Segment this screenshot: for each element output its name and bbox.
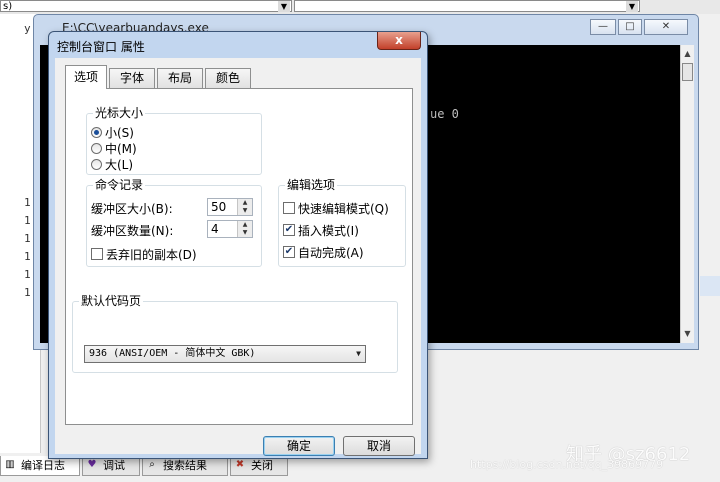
buffer-size-label: 缓冲区大小(B):	[91, 202, 173, 216]
ide-toolbar: s) ▼ ▼	[0, 0, 720, 14]
properties-dialog: 控制台窗口 属性 x 选项 字体 布局 颜色 光标大小 小(S) 中(M) 大(…	[48, 31, 428, 459]
cancel-button-label: 取消	[366, 439, 391, 453]
cancel-button[interactable]: 取消	[343, 436, 415, 456]
tab-build-log[interactable]: ▥ 编译日志	[0, 456, 80, 476]
checkbox-label: 自动完成(A)	[298, 245, 364, 260]
scroll-up-icon[interactable]: ▲	[681, 47, 694, 61]
tab-label: 颜色	[215, 71, 240, 85]
close-icon: x	[395, 33, 403, 47]
checkbox-checked-icon[interactable]: ✔	[283, 224, 295, 236]
buffer-size-value[interactable]: 50	[211, 200, 226, 214]
buffer-size-stepper[interactable]: 50 ▲ ▼	[207, 198, 253, 216]
dialog-title: 控制台窗口 属性	[57, 40, 145, 54]
dialog-body: 选项 字体 布局 颜色 光标大小 小(S) 中(M) 大(L) 命令记录 缓冲区…	[55, 58, 421, 456]
gutter-char: 1	[24, 196, 31, 209]
increment-icon[interactable]: ▲	[238, 221, 252, 229]
cursor-medium-radio[interactable]: 中(M)	[91, 140, 137, 156]
radio-label: 大(L)	[105, 157, 134, 172]
edit-options-group: 编辑选项 快速编辑模式(Q) ✔ 插入模式(I) ✔ 自动完成(A)	[278, 178, 406, 267]
tab-debug[interactable]: ♥ 调试	[82, 456, 140, 476]
tab-options[interactable]: 选项	[65, 65, 107, 89]
increment-icon[interactable]: ▲	[238, 199, 252, 207]
tab-search-results[interactable]: ⌕ 搜索结果	[142, 456, 228, 476]
command-history-title: 命令记录	[93, 178, 146, 192]
ok-button-label: 确定	[286, 439, 311, 453]
maximize-button[interactable]: □	[618, 19, 642, 35]
gutter-char: y	[24, 22, 31, 35]
decrement-icon[interactable]: ▼	[238, 229, 252, 237]
gutter-char: 1	[24, 250, 31, 263]
cursor-small-radio[interactable]: 小(S)	[91, 124, 134, 140]
decrement-icon[interactable]: ▼	[238, 207, 252, 215]
close-button[interactable]: ✕	[644, 19, 688, 35]
codepage-select[interactable]: 936 (ANSI/OEM - 简体中文 GBK) ▼	[84, 345, 366, 363]
tab-label: 编译日志	[21, 459, 65, 472]
quick-edit-checkbox[interactable]: 快速编辑模式(Q)	[283, 200, 389, 216]
search-results-icon: ⌕	[149, 459, 155, 470]
tab-font[interactable]: 字体	[109, 68, 155, 88]
ide-scope-combo-value: s)	[3, 1, 13, 12]
tab-label: 关闭	[251, 459, 273, 472]
cursor-size-group: 光标大小 小(S) 中(M) 大(L)	[86, 106, 262, 175]
csdn-watermark: https://blog.csdn.net/qq_39869779	[470, 458, 664, 471]
tab-close[interactable]: ✖ 关闭	[230, 456, 288, 476]
radio-label: 小(S)	[105, 125, 134, 140]
options-tab-page: 光标大小 小(S) 中(M) 大(L) 命令记录 缓冲区大小(B): 50 ▲ …	[65, 88, 413, 425]
radio-label: 中(M)	[105, 141, 137, 156]
maximize-icon: □	[625, 21, 635, 32]
ide-symbol-combo[interactable]: ▼	[294, 0, 640, 12]
checkbox-label: 丢弃旧的副本(D)	[106, 247, 197, 262]
checkbox-checked-icon[interactable]: ✔	[283, 246, 295, 258]
checkbox-box[interactable]	[91, 248, 103, 260]
insert-mode-checkbox[interactable]: ✔ 插入模式(I)	[283, 222, 359, 238]
tab-label: 字体	[119, 71, 144, 85]
chevron-down-icon[interactable]: ▼	[626, 1, 638, 12]
codepage-title: 默认代码页	[79, 294, 144, 308]
console-output-line: ue 0	[430, 107, 459, 121]
gutter-char: 1	[24, 268, 31, 281]
tab-label: 调试	[103, 459, 125, 472]
autocomplete-checkbox[interactable]: ✔ 自动完成(A)	[283, 244, 364, 260]
tab-colors[interactable]: 颜色	[205, 68, 251, 88]
tab-label: 选项	[73, 70, 98, 84]
console-scrollbar[interactable]: ▲ ▼	[680, 45, 694, 343]
cursor-large-radio[interactable]: 大(L)	[91, 156, 133, 172]
gutter-char: 1	[24, 286, 31, 299]
discard-duplicates-checkbox[interactable]: 丢弃旧的副本(D)	[91, 246, 197, 262]
dialog-close-button[interactable]: x	[377, 32, 421, 50]
buffer-count-label: 缓冲区数量(N):	[91, 224, 174, 238]
ide-scope-combo[interactable]: s) ▼	[0, 0, 292, 12]
tab-layout[interactable]: 布局	[157, 68, 203, 88]
scroll-thumb[interactable]	[682, 63, 693, 81]
command-history-group: 命令记录 缓冲区大小(B): 50 ▲ ▼ 缓冲区数量(N): 4 ▲ ▼ 丢弃…	[86, 178, 262, 267]
gutter-char: 1	[24, 214, 31, 227]
tab-label: 布局	[167, 71, 192, 85]
radio-indicator[interactable]	[91, 158, 102, 170]
gutter-char: 1	[24, 232, 31, 245]
edit-options-title: 编辑选项	[285, 178, 338, 192]
debug-icon: ♥	[87, 459, 97, 470]
ok-button[interactable]: 确定	[263, 436, 335, 456]
radio-indicator[interactable]	[91, 142, 102, 154]
ide-right-strip	[700, 276, 720, 296]
minimize-icon: —	[598, 21, 608, 32]
checkbox-label: 插入模式(I)	[298, 223, 359, 238]
cursor-size-title: 光标大小	[93, 106, 146, 120]
radio-indicator[interactable]	[91, 126, 102, 138]
stepper-buttons: ▲ ▼	[237, 221, 252, 237]
scroll-down-icon[interactable]: ▼	[681, 327, 694, 341]
checkbox-box[interactable]	[283, 202, 295, 214]
codepage-selected-value: 936 (ANSI/OEM - 简体中文 GBK)	[89, 348, 256, 359]
stepper-buttons: ▲ ▼	[237, 199, 252, 215]
buffer-count-stepper[interactable]: 4 ▲ ▼	[207, 220, 253, 238]
checkbox-label: 快速编辑模式(Q)	[298, 201, 389, 216]
build-log-icon: ▥	[5, 459, 15, 470]
chevron-down-icon[interactable]: ▼	[278, 1, 290, 12]
chevron-down-icon[interactable]: ▼	[356, 346, 361, 362]
close-icon: ✕	[661, 21, 671, 32]
buffer-count-value[interactable]: 4	[211, 222, 219, 236]
minimize-button[interactable]: —	[590, 19, 616, 35]
tab-label: 搜索结果	[163, 459, 207, 472]
close-tab-icon: ✖	[235, 459, 245, 470]
